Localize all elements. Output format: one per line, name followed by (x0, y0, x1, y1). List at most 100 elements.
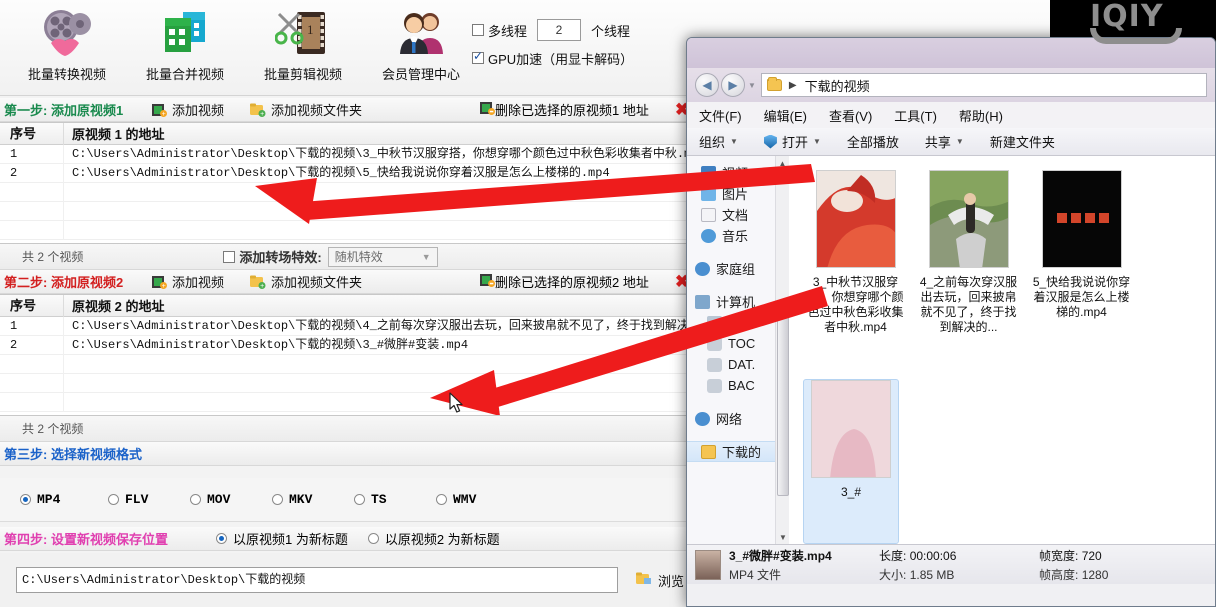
radio-name-from-video1[interactable] (216, 533, 227, 544)
add-video-icon: + (152, 275, 167, 289)
step1-add-video-button[interactable]: + 添加视频 (152, 100, 224, 119)
status-line-2: MP4 文件 大小: 1.85 MB 帧高度: 1280 (729, 566, 1159, 583)
list-item[interactable]: 4_之前每次穿汉服出去玩，回来披帛就不见了，终于找到解决的... (916, 170, 1021, 379)
list-item[interactable]: 5_快给我说说你穿着汉服是怎么上楼梯的.mp4 (1029, 170, 1134, 379)
breadcrumb[interactable]: ▶ 下载的视频 (760, 73, 1207, 97)
share-button[interactable]: 共享 ▼ (925, 132, 964, 151)
gpu-accel-checkbox[interactable] (472, 49, 484, 64)
drive-icon (707, 336, 722, 351)
transition-checkbox[interactable] (223, 250, 236, 263)
status-frame-height: 帧高度: 1280 (1039, 566, 1159, 583)
radio-wmv[interactable] (436, 494, 447, 505)
toolbar-button-member-center[interactable]: 会员管理中心 (362, 4, 480, 83)
step1-title: 第一步: 添加原视频1 (4, 103, 124, 118)
step1-add-video-label: 添加视频 (172, 103, 225, 118)
toolbar-button-batch-merge[interactable]: 批量合并视频 (126, 4, 244, 83)
nav-item-music[interactable]: 音乐 (687, 225, 789, 246)
status-frame-width-value: 720 (1081, 548, 1102, 563)
nav-item-homegroup[interactable]: 家庭组 (687, 258, 789, 279)
nav-label: BAC (728, 378, 755, 393)
nav-item-dat-drive[interactable]: DAT. (687, 354, 789, 375)
open-button[interactable]: 打开 ▼ (763, 132, 821, 151)
play-all-button[interactable]: 全部播放 (847, 132, 899, 151)
nav-item-bac-drive[interactable]: BAC (687, 375, 789, 396)
recent-pages-caret-icon[interactable]: ▼ (748, 81, 756, 90)
step1-add-folder-button[interactable]: + 添加视频文件夹 (250, 100, 362, 119)
toolbar-button-batch-convert[interactable]: 批量转换视频 (8, 4, 126, 83)
browse-button[interactable]: 浏览 (636, 571, 684, 590)
nav-label: 音乐 (722, 229, 749, 244)
save-path-input[interactable]: C:\Users\Administrator\Desktop\下载的视频 (16, 567, 618, 593)
forward-button[interactable]: ▶ (721, 73, 745, 97)
scrollbar-thumb[interactable] (777, 306, 789, 496)
format-option-mkv[interactable]: MKV (272, 492, 354, 507)
format-label: MP4 (37, 492, 61, 507)
step3-title: 第三步: 选择新视频格式 (4, 447, 142, 462)
organize-button[interactable]: 组织 ▼ (699, 132, 738, 151)
radio-mov[interactable] (190, 494, 201, 505)
row-index: 2 (0, 164, 64, 183)
network-icon (695, 411, 710, 426)
format-option-ts[interactable]: TS (354, 492, 436, 507)
menu-file[interactable]: 文件(F) (699, 106, 742, 125)
nav-item-local-disk[interactable]: 本地 (687, 312, 789, 333)
format-label: MOV (207, 492, 231, 507)
status-details: 3_#微胖#变装.mp4 长度: 00:00:06 帧宽度: 720 MP4 文… (729, 547, 1159, 583)
naming-option-1[interactable]: 以原视频1 为新标题 (216, 529, 348, 548)
toolbar-button-batch-clip[interactable]: 1 批量剪辑视频 (244, 4, 362, 83)
step1-delete-selected-button[interactable]: 删除已选择的原视频1 地址 (480, 100, 649, 119)
radio-name-from-video2[interactable] (367, 533, 379, 544)
back-button[interactable]: ◀ (695, 73, 719, 97)
toolbar-label: 批量合并视频 (145, 67, 224, 82)
thread-count-input[interactable]: 2 (537, 19, 582, 41)
members-icon (362, 4, 480, 62)
transition-select[interactable]: 随机特效 ▼ (327, 246, 438, 267)
step2-add-folder-button[interactable]: + 添加视频文件夹 (250, 272, 362, 291)
multithread-checkbox[interactable] (472, 24, 484, 36)
nav-item-documents[interactable]: 文档 (687, 204, 789, 225)
thread-unit-label: 个线程 (591, 23, 631, 39)
list-item-selected[interactable]: 3_# (803, 378, 899, 544)
new-folder-button[interactable]: 新建文件夹 (990, 132, 1055, 151)
naming-option-2[interactable]: 以原视频2 为新标题 (367, 529, 500, 548)
nav-item-downloads-folder[interactable]: 下载的 (687, 441, 789, 462)
organize-label: 组织 (699, 135, 726, 150)
status-frame-height-label: 帧高度: (1039, 567, 1079, 582)
menu-view[interactable]: 查看(V) (829, 106, 872, 125)
status-frame-height-value: 1280 (1081, 567, 1109, 582)
menu-tools[interactable]: 工具(T) (894, 106, 937, 125)
svg-text:+: + (162, 111, 166, 117)
format-option-wmv[interactable]: WMV (436, 492, 518, 507)
list-item[interactable]: 3_中秋节汉服穿搭，你想穿哪个颜色过中秋色彩收集者中秋.mp4 (803, 170, 908, 379)
new-folder-label: 新建文件夹 (989, 135, 1055, 150)
radio-flv[interactable] (108, 494, 119, 505)
menu-edit[interactable]: 编辑(E) (764, 106, 807, 125)
nav-item-computer[interactable]: 计算机 (687, 291, 789, 312)
scroll-up-arrow-icon[interactable]: ▲ (776, 156, 789, 170)
nav-item-toc-drive[interactable]: TOC (687, 333, 789, 354)
format-option-mov[interactable]: MOV (190, 492, 272, 507)
local-disk-icon (707, 315, 722, 330)
file-name: 3_# (840, 484, 862, 499)
nav-item-videos[interactable]: 视频 (687, 162, 789, 183)
step2-add-video-button[interactable]: + 添加视频 (152, 272, 224, 291)
explorer-file-list[interactable]: 3_中秋节汉服穿搭，你想穿哪个颜色过中秋色彩收集者中秋.mp4 4_之前每次穿汉… (789, 156, 1215, 544)
transition-label: 添加转场特效: (239, 250, 322, 265)
nav-item-pictures[interactable]: 图片 (687, 183, 789, 204)
column-index: 序号 (0, 122, 64, 145)
radio-mkv[interactable] (272, 494, 283, 505)
radio-mp4[interactable] (20, 494, 31, 505)
menu-help[interactable]: 帮助(H) (959, 106, 1003, 125)
delete-video-icon (480, 273, 495, 290)
nav-scrollbar[interactable]: ▲ ▼ (775, 156, 789, 544)
nav-item-network[interactable]: 网络 (687, 408, 789, 429)
step2-delete-selected-button[interactable]: 删除已选择的原视频2 地址 (480, 272, 649, 291)
format-option-mp4[interactable]: MP4 (20, 492, 108, 507)
radio-ts[interactable] (354, 494, 365, 505)
svg-text:1: 1 (307, 22, 314, 37)
multithread-row: 多线程 2 个线程 (472, 16, 633, 44)
format-option-flv[interactable]: FLV (108, 492, 190, 507)
scroll-down-arrow-icon[interactable]: ▼ (776, 530, 789, 544)
